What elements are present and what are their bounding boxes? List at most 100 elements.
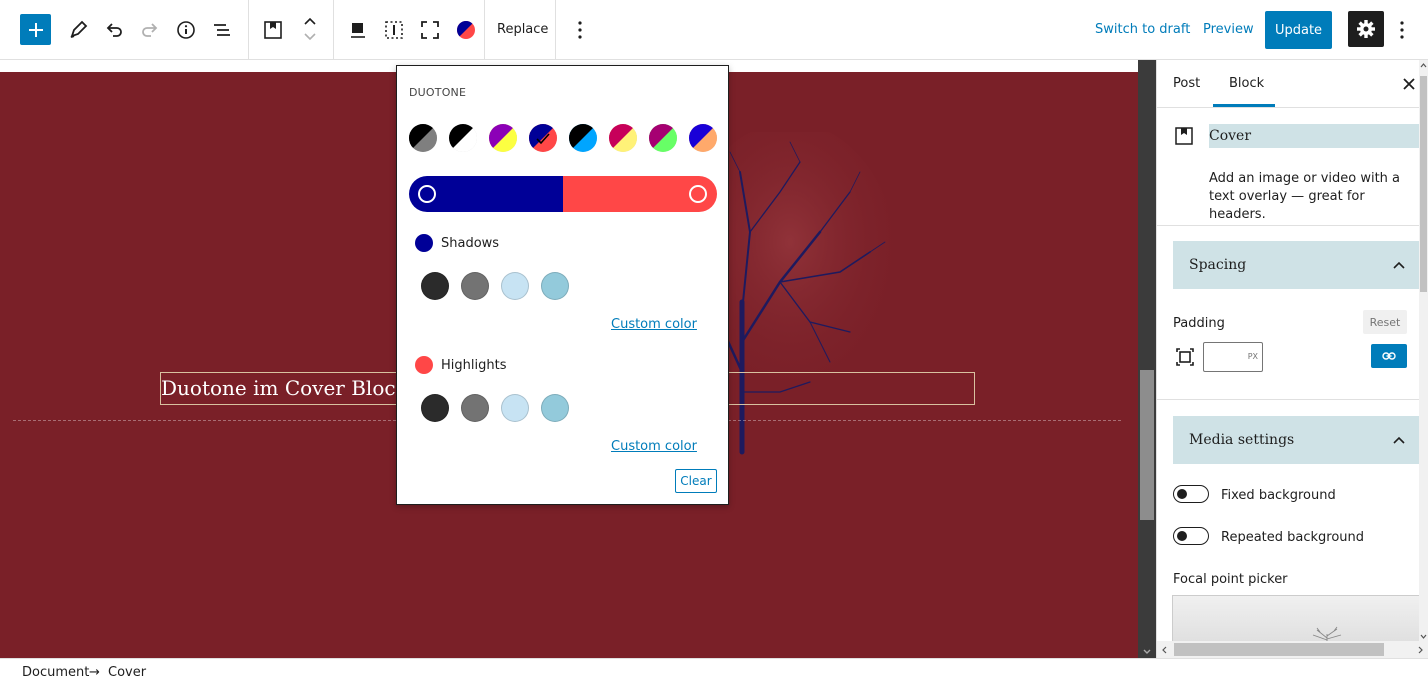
chevron-up-icon — [304, 17, 316, 25]
padding-reset-button[interactable]: Reset — [1363, 310, 1407, 334]
spacing-panel-title: Spacing — [1189, 257, 1247, 273]
link-icon — [1382, 352, 1396, 360]
block-type-button[interactable] — [259, 16, 287, 44]
pencil-icon — [70, 20, 88, 38]
full-width-button[interactable] — [416, 16, 444, 44]
fixed-background-label: Fixed background — [1221, 488, 1336, 503]
link-sides-button[interactable] — [1371, 344, 1407, 368]
scroll-up-arrow-icon — [1420, 63, 1427, 68]
block-description: Add an image or video with a text overla… — [1209, 171, 1401, 222]
details-button[interactable] — [172, 16, 200, 44]
shadows-custom-color-link[interactable]: Custom color — [611, 317, 697, 332]
undo-icon — [106, 23, 122, 37]
chevron-up-icon — [1393, 261, 1405, 269]
highlights-custom-color-link[interactable]: Custom color — [611, 439, 697, 454]
full-height-button[interactable] — [380, 16, 408, 44]
duotone-button[interactable] — [452, 16, 480, 44]
position-icon — [351, 23, 365, 38]
highlight-handle[interactable] — [689, 185, 707, 203]
move-down-button[interactable] — [300, 30, 320, 44]
undo-button[interactable] — [100, 16, 128, 44]
switch-to-draft-button[interactable]: Switch to draft — [1095, 22, 1190, 38]
sidebar-scrollbar-thumb[interactable] — [1420, 76, 1427, 292]
shadows-color-indicator[interactable] — [415, 234, 433, 252]
duotone-preset-midnight[interactable] — [569, 124, 597, 152]
list-view-icon — [214, 24, 230, 36]
update-button-label: Update — [1274, 22, 1323, 38]
padding-unit[interactable]: PX — [1248, 352, 1258, 361]
info-icon — [177, 21, 195, 39]
replace-button[interactable]: Replace — [497, 22, 548, 38]
shadows-label: Shadows — [441, 236, 500, 251]
gear-icon — [1357, 20, 1375, 38]
canvas-scrollbar-thumb[interactable] — [1140, 370, 1154, 520]
editor-toolbar: Replace Switch to draft Preview Update — [0, 0, 1428, 60]
tab-block[interactable]: Block — [1229, 76, 1264, 91]
move-up-button[interactable] — [300, 14, 320, 28]
duotone-popover: DUOTONE Shadows Custom color Highlights … — [396, 65, 729, 505]
highlights-label: Highlights — [441, 358, 507, 373]
duotone-icon — [457, 21, 475, 39]
add-block-button[interactable] — [20, 14, 51, 45]
options-button[interactable] — [1392, 16, 1412, 44]
scroll-down-arrow-icon — [1143, 649, 1151, 654]
duotone-preset-purple-yellow[interactable] — [489, 124, 517, 152]
shadows-swatch-4[interactable] — [541, 272, 569, 300]
list-view-button[interactable] — [208, 16, 236, 44]
duotone-preset-magenta-yellow[interactable] — [609, 124, 637, 152]
close-sidebar-button[interactable] — [1399, 74, 1419, 94]
spacing-panel-divider — [1157, 399, 1421, 400]
tab-post[interactable]: Post — [1173, 76, 1200, 91]
preview-button[interactable]: Preview — [1203, 22, 1254, 38]
scroll-down-arrow-icon — [1420, 634, 1427, 639]
breadcrumb-document[interactable]: Document — [22, 665, 89, 680]
more-vertical-icon — [1400, 21, 1404, 39]
media-settings-panel-toggle[interactable]: Media settings — [1173, 416, 1419, 464]
box-padding-icon — [1176, 348, 1194, 366]
duotone-preset-purple-green[interactable] — [649, 124, 677, 152]
duotone-preset-dark-grayscale[interactable] — [409, 124, 437, 152]
padding-input[interactable]: PX — [1203, 342, 1263, 372]
settings-button[interactable] — [1348, 11, 1384, 47]
duotone-preset-grayscale[interactable] — [449, 124, 477, 152]
breadcrumb-separator: → — [89, 665, 100, 680]
shadows-swatch-2[interactable] — [461, 272, 489, 300]
focal-point-label: Focal point picker — [1173, 572, 1288, 587]
duotone-gradient-bar[interactable] — [409, 176, 717, 212]
duotone-swatch-icon — [609, 124, 637, 152]
redo-button[interactable] — [136, 16, 164, 44]
tab-divider — [1157, 107, 1421, 108]
fullscreen-icon — [421, 21, 439, 39]
duotone-preset-blue-orange[interactable] — [689, 124, 717, 152]
highlights-swatch-2[interactable] — [461, 394, 489, 422]
highlights-swatch-4[interactable] — [541, 394, 569, 422]
spacing-panel-toggle[interactable]: Spacing — [1173, 241, 1419, 289]
scroll-left-arrow-icon — [1162, 646, 1167, 654]
update-button[interactable]: Update — [1265, 11, 1332, 49]
block-card-divider — [1157, 225, 1421, 226]
sidebar-horizontal-scrollbar-thumb[interactable] — [1174, 643, 1384, 656]
cover-heading-text: Duotone im Cover Block — [161, 376, 408, 400]
duotone-swatch-icon — [489, 124, 517, 152]
canvas-scrollbar[interactable] — [1138, 60, 1156, 658]
settings-sidebar: Post Block Cover Add an image or video w… — [1156, 60, 1428, 658]
duotone-swatch-icon — [569, 124, 597, 152]
duotone-title: DUOTONE — [409, 86, 467, 99]
breadcrumb-cover[interactable]: Cover — [108, 665, 146, 680]
clear-button[interactable]: Clear — [675, 469, 717, 493]
highlights-swatch-1[interactable] — [421, 394, 449, 422]
shadows-swatch-3[interactable] — [501, 272, 529, 300]
media-settings-title: Media settings — [1189, 432, 1295, 448]
duotone-preset-blue-red[interactable] — [529, 124, 557, 152]
block-breadcrumb: Document → Cover — [0, 658, 1428, 682]
repeated-background-toggle[interactable] — [1173, 527, 1209, 545]
highlights-swatch-3[interactable] — [501, 394, 529, 422]
tools-button[interactable] — [64, 16, 92, 44]
shadows-swatch-1[interactable] — [421, 272, 449, 300]
block-options-button[interactable] — [566, 16, 594, 44]
duotone-swatch-icon — [689, 124, 717, 152]
highlights-color-indicator[interactable] — [415, 356, 433, 374]
content-position-button[interactable] — [344, 16, 372, 44]
shadow-handle[interactable] — [418, 185, 436, 203]
fixed-background-toggle[interactable] — [1173, 485, 1209, 503]
